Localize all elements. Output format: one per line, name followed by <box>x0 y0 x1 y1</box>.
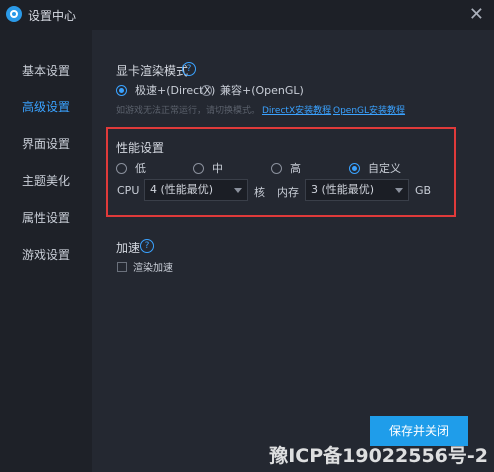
render-accelerate-label: 渲染加速 <box>133 263 173 274</box>
radio-high-label: 高 <box>290 162 301 175</box>
radio-high-indicator <box>271 162 282 174</box>
directx-tutorial-link[interactable]: DirectX安装教程 <box>262 103 331 116</box>
radio-opengl-label: 兼容+(OpenGL) <box>220 84 304 97</box>
cpu-label: CPU <box>117 184 140 197</box>
radio-medium[interactable]: 中 <box>193 160 223 176</box>
radio-high[interactable]: 高 <box>271 160 301 176</box>
radio-medium-indicator <box>193 162 204 174</box>
sidebar: 基本设置 高级设置 界面设置 主题美化 属性设置 游戏设置 <box>0 30 92 472</box>
memory-select-value: 3 (性能最优) <box>311 183 375 196</box>
sidebar-item-properties[interactable]: 属性设置 <box>22 209 70 226</box>
radio-low-label: 低 <box>135 162 146 175</box>
cpu-select[interactable]: 4 (性能最优) <box>144 179 248 201</box>
radio-medium-label: 中 <box>212 162 223 175</box>
radio-opengl[interactable]: 兼容+(OpenGL) <box>201 82 304 98</box>
radio-opengl-indicator <box>201 84 212 96</box>
radio-custom-label: 自定义 <box>368 162 401 175</box>
memory-unit: GB <box>415 184 432 197</box>
render-accelerate-checkbox[interactable]: 渲染加速 <box>117 259 173 274</box>
cpu-select-value: 4 (性能最优) <box>150 183 214 196</box>
title-bar: 设置中心 ✕ <box>0 0 494 30</box>
radio-custom-indicator <box>349 162 360 174</box>
memory-label: 内存 <box>277 186 299 199</box>
checkbox-box <box>117 261 127 272</box>
performance-title: 性能设置 <box>116 141 165 155</box>
sidebar-item-theme[interactable]: 主题美化 <box>22 172 70 189</box>
render-mode-hint: 如游戏无法正常运行，请切换模式。 <box>116 106 261 116</box>
render-mode-title: 显卡渲染模式 <box>116 64 189 78</box>
opengl-tutorial-link[interactable]: OpenGL安装教程 <box>333 103 405 116</box>
sidebar-item-game[interactable]: 游戏设置 <box>22 246 70 263</box>
watermark: 豫ICP备19022556号-2 <box>269 445 488 467</box>
chevron-down-icon <box>395 188 403 193</box>
radio-low[interactable]: 低 <box>116 160 146 176</box>
sidebar-item-basic[interactable]: 基本设置 <box>22 62 70 79</box>
radio-directx-indicator <box>116 84 127 96</box>
cpu-unit: 核 <box>254 186 265 199</box>
help-icon[interactable]: ? <box>182 62 196 76</box>
accelerate-title: 加速 <box>116 241 141 255</box>
chevron-down-icon <box>234 188 242 193</box>
radio-low-indicator <box>116 162 127 174</box>
help-icon[interactable]: ? <box>140 239 154 253</box>
close-icon[interactable]: ✕ <box>469 4 484 25</box>
sidebar-item-advanced[interactable]: 高级设置 <box>22 98 70 115</box>
sidebar-item-interface[interactable]: 界面设置 <box>22 135 70 152</box>
window-title: 设置中心 <box>28 9 77 23</box>
memory-select[interactable]: 3 (性能最优) <box>305 179 409 201</box>
radio-custom[interactable]: 自定义 <box>349 160 401 176</box>
app-logo-icon <box>6 6 22 22</box>
